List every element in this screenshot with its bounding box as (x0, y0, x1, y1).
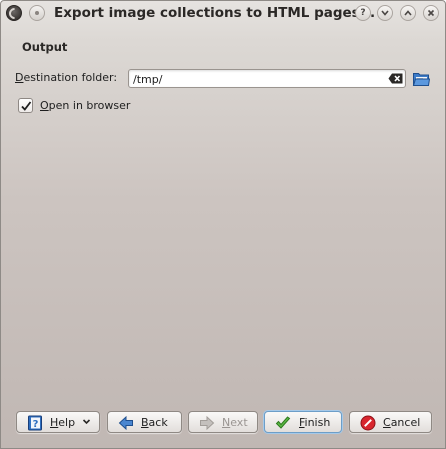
help-icon[interactable]: ? (355, 5, 371, 21)
next-label: Next (222, 416, 248, 429)
label-text: estination folder: (23, 71, 118, 84)
help-label: Help (50, 416, 75, 429)
svg-text:?: ? (33, 419, 39, 430)
label-text: pen in browser (48, 99, 131, 112)
finish-label: Finish (299, 416, 330, 429)
window-title: Export image collections to HTML pages..… (54, 5, 376, 21)
mnemonic: B (141, 415, 149, 429)
cancel-stop-icon (360, 415, 376, 431)
open-in-browser-label[interactable]: Open in browser (40, 99, 130, 112)
label-text: ancel (390, 415, 421, 429)
finish-button[interactable]: Finish (264, 411, 342, 433)
clear-text-icon[interactable] (388, 73, 403, 84)
chevron-down-icon (82, 419, 91, 425)
next-arrow-icon (200, 415, 215, 431)
open-in-browser-checkbox[interactable] (18, 98, 33, 113)
back-label: Back (141, 416, 168, 429)
maximize-icon[interactable] (400, 5, 416, 21)
finish-check-icon (275, 416, 291, 429)
destination-folder-input[interactable] (128, 69, 406, 88)
minimize-icon[interactable] (377, 5, 393, 21)
help-book-icon: ? (28, 415, 42, 431)
label-text: inish (304, 415, 331, 429)
back-button[interactable]: Back (107, 411, 182, 433)
label-text: ext (230, 415, 248, 429)
pin-icon[interactable] (29, 5, 45, 21)
mnemonic: C (383, 415, 391, 429)
back-arrow-icon (118, 415, 133, 431)
label-text: ack (148, 415, 168, 429)
app-menu-icon[interactable] (6, 5, 22, 21)
destination-folder-label: Destination folder: (15, 71, 117, 84)
close-icon[interactable] (423, 5, 439, 21)
next-button[interactable]: Next (188, 411, 258, 433)
mnemonic: N (222, 415, 231, 429)
cancel-button[interactable]: Cancel (349, 411, 432, 433)
cancel-label: Cancel (383, 416, 420, 429)
folder-open-icon[interactable] (412, 69, 431, 88)
label-text: elp (58, 415, 76, 429)
checkmark-icon (21, 101, 32, 111)
help-button[interactable]: ? Help (16, 411, 100, 433)
export-dialog-window: Export image collections to HTML pages..… (0, 0, 446, 449)
mnemonic: O (40, 99, 49, 112)
section-title-output: Output (22, 40, 68, 54)
title-bar[interactable]: Export image collections to HTML pages..… (1, 1, 445, 25)
